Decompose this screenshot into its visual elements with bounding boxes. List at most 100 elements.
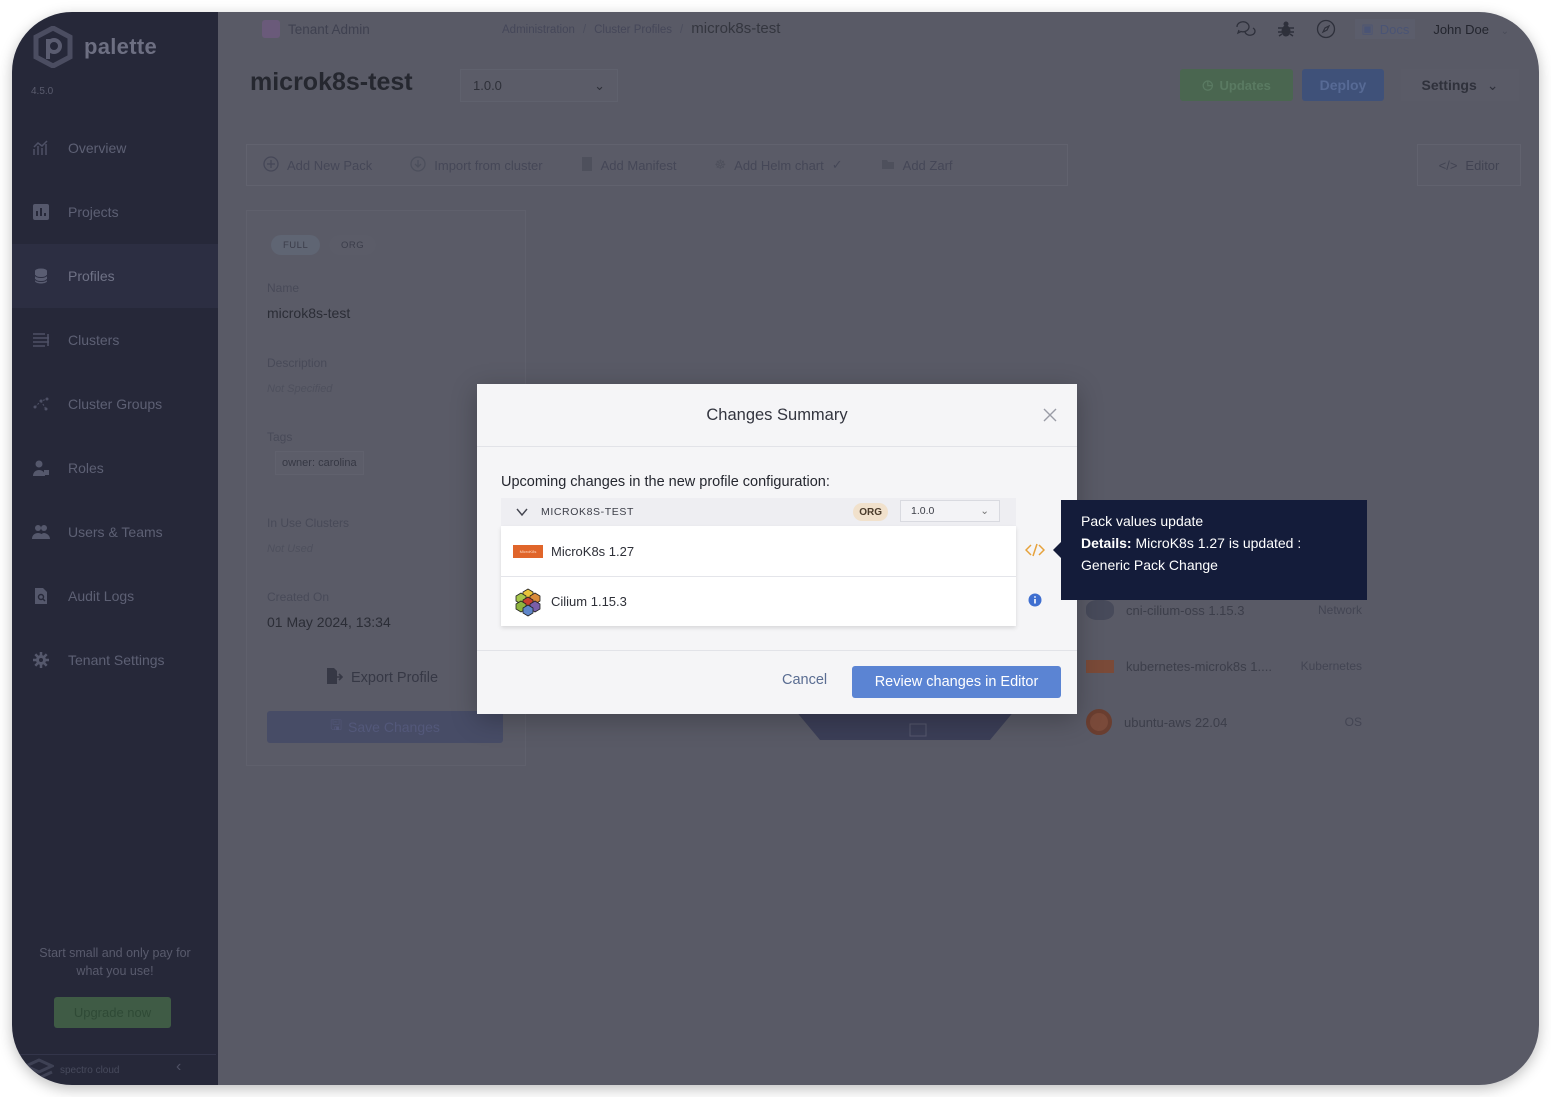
docs-link[interactable]: ▣ Docs [1355, 19, 1416, 39]
layer-name: kubernetes-microk8s 1.... [1126, 658, 1272, 674]
chevron-down-icon[interactable] [515, 505, 529, 519]
profile-group-header[interactable]: MICROK8S-TEST ORG 1.0.0 ⌄ [501, 498, 1016, 526]
bug-icon[interactable] [1275, 18, 1297, 40]
layer-name: cni-cilium-oss 1.15.3 [1126, 602, 1245, 618]
modal-subtitle: Upcoming changes in the new profile conf… [501, 474, 830, 490]
sidebar-item-projects[interactable]: Projects [12, 180, 218, 244]
save-changes-button[interactable]: 🖫 Save Changes [267, 711, 503, 743]
tenant-icon [262, 20, 280, 38]
updates-label: Updates [1219, 77, 1271, 93]
upgrade-promo-text: Start small and only pay for what you us… [39, 946, 191, 978]
chevron-down-icon: ⌄ [1486, 76, 1499, 93]
ubuntu-icon [1086, 709, 1112, 735]
add-new-pack-button[interactable]: Add New Pack [263, 155, 373, 175]
export-profile-button[interactable]: Export Profile [325, 667, 438, 689]
code-icon[interactable] [1025, 540, 1045, 560]
in-use-clusters-value: Not Used [267, 543, 313, 555]
tooltip-details: Details: MicroK8s 1.27 is updated : [1081, 532, 1347, 554]
spectro-cloud-brand: spectro cloud [24, 1058, 119, 1082]
tool-label: Add Helm chart [734, 157, 824, 173]
breadcrumb-cluster-profiles[interactable]: Cluster Profiles [594, 24, 672, 36]
sidebar-item-overview[interactable]: Overview [12, 116, 218, 180]
tenant-scope-selector[interactable]: Tenant Admin [262, 20, 370, 38]
review-changes-in-editor-button[interactable]: Review changes in Editor [852, 666, 1061, 698]
import-from-cluster-button[interactable]: Import from cluster [410, 155, 543, 175]
updates-button[interactable]: ◷ Updates [1180, 69, 1293, 101]
layer-type: Kubernetes [1300, 659, 1362, 673]
name-label: Name [267, 281, 300, 295]
app-version: 4.5.0 [31, 86, 54, 97]
settings-button[interactable]: Settings ⌄ [1401, 69, 1519, 101]
add-manifest-button[interactable]: Add Manifest [581, 156, 677, 175]
sidebar-divider [20, 1054, 216, 1055]
tooltip-details-text-2: Generic Pack Change [1081, 557, 1218, 573]
sidebar-item-label: Audit Logs [68, 588, 135, 604]
tool-label: Add Zarf [902, 157, 953, 173]
sidebar-nav: Overview Projects Profiles Clusters Clus… [12, 116, 218, 692]
list-icon [32, 331, 50, 349]
chevron-down-icon: ⌄ [980, 505, 989, 517]
sidebar-item-tenant-settings[interactable]: Tenant Settings [12, 628, 218, 692]
profile-version-select[interactable]: 1.0.0 ⌄ [460, 69, 618, 102]
info-icon[interactable] [1025, 590, 1045, 610]
deploy-button[interactable]: Deploy [1302, 69, 1384, 101]
created-on-value: 01 May 2024, 13:34 [267, 614, 391, 630]
profile-version-dropdown[interactable]: 1.0.0 ⌄ [900, 500, 1000, 522]
cilium-icon [1086, 600, 1114, 620]
save-changes-label: Save Changes [348, 719, 440, 735]
editor-button[interactable]: </> Editor [1417, 144, 1521, 186]
logo[interactable]: palette [32, 26, 157, 68]
add-zarf-button[interactable]: Add Zarf [881, 158, 953, 173]
profile-name: MICROK8S-TEST [541, 506, 634, 518]
sidebar-item-audit-logs[interactable]: Audit Logs [12, 564, 218, 628]
sidebar-item-users-teams[interactable]: Users & Teams [12, 500, 218, 564]
layer-row[interactable]: kubernetes-microk8s 1.... Kubernetes [1086, 644, 1376, 688]
tool-label: Add New Pack [287, 157, 373, 173]
in-use-clusters-label: In Use Clusters [267, 516, 350, 530]
code-icon: </> [1438, 157, 1458, 173]
add-helm-chart-button[interactable]: ☸ Add Helm chart ✓ [715, 157, 843, 173]
docs-label: Docs [1379, 21, 1410, 37]
cancel-button[interactable]: Cancel [782, 672, 827, 688]
layer-type: Network [1317, 603, 1362, 617]
scope-chip: ORG [329, 235, 377, 255]
chevron-down-icon: ⌄ [594, 77, 605, 93]
sidebar-item-roles[interactable]: Roles [12, 436, 218, 500]
sidebar-item-label: Projects [68, 204, 119, 220]
layer-row[interactable]: ubuntu-aws 22.04 OS [1086, 700, 1376, 744]
sidebar-item-clusters[interactable]: Clusters [12, 308, 218, 372]
pack-list: MicroK8s MicroK8s 1.27 Cilium 1.15.3 [501, 526, 1016, 626]
collapse-sidebar-icon[interactable]: ‹ [176, 1058, 181, 1076]
spectro-cloud-label: spectro cloud [60, 1064, 120, 1076]
tags-label: Tags [267, 430, 293, 444]
upgrade-now-button[interactable]: Upgrade now [54, 997, 171, 1028]
changes-summary-modal: Changes Summary Upcoming changes in the … [477, 384, 1077, 714]
layer-type: OS [1344, 715, 1362, 729]
tenant-label: Tenant Admin [288, 21, 370, 37]
chat-icon[interactable] [1235, 18, 1257, 40]
compass-icon[interactable] [1315, 18, 1337, 40]
users-icon [32, 523, 50, 541]
network-icon [32, 395, 50, 413]
sidebar-item-label: Profiles [68, 268, 115, 284]
sidebar-item-cluster-groups[interactable]: Cluster Groups [12, 372, 218, 436]
pack-row[interactable]: Cilium 1.15.3 [501, 576, 1016, 626]
scope-badge: ORG [853, 503, 888, 521]
close-icon[interactable] [1041, 406, 1059, 424]
sidebar-item-label: Cluster Groups [68, 396, 163, 412]
breadcrumb-administration[interactable]: Administration [502, 24, 575, 36]
description-value: Not Specified [267, 383, 333, 395]
user-menu[interactable]: John Doe ⌄ [1433, 22, 1509, 37]
pack-toolbar: Add New Pack Import from cluster Add Man… [246, 144, 1068, 186]
plus-circle-icon [263, 155, 279, 175]
microk8s-logo-icon: MicroK8s [513, 544, 543, 558]
microk8s-icon [1086, 659, 1114, 673]
editor-label: Editor [1465, 157, 1500, 173]
user-lock-icon [32, 459, 50, 477]
tag-chip: owner: carolina [275, 451, 364, 475]
layer-name: ubuntu-aws 22.04 [1124, 714, 1228, 730]
pack-row[interactable]: MicroK8s MicroK8s 1.27 [501, 526, 1016, 576]
breadcrumb: Administration / Cluster Profiles / micr… [502, 20, 780, 37]
sidebar-item-profiles[interactable]: Profiles [12, 244, 218, 308]
modal-footer-divider [477, 650, 1077, 651]
